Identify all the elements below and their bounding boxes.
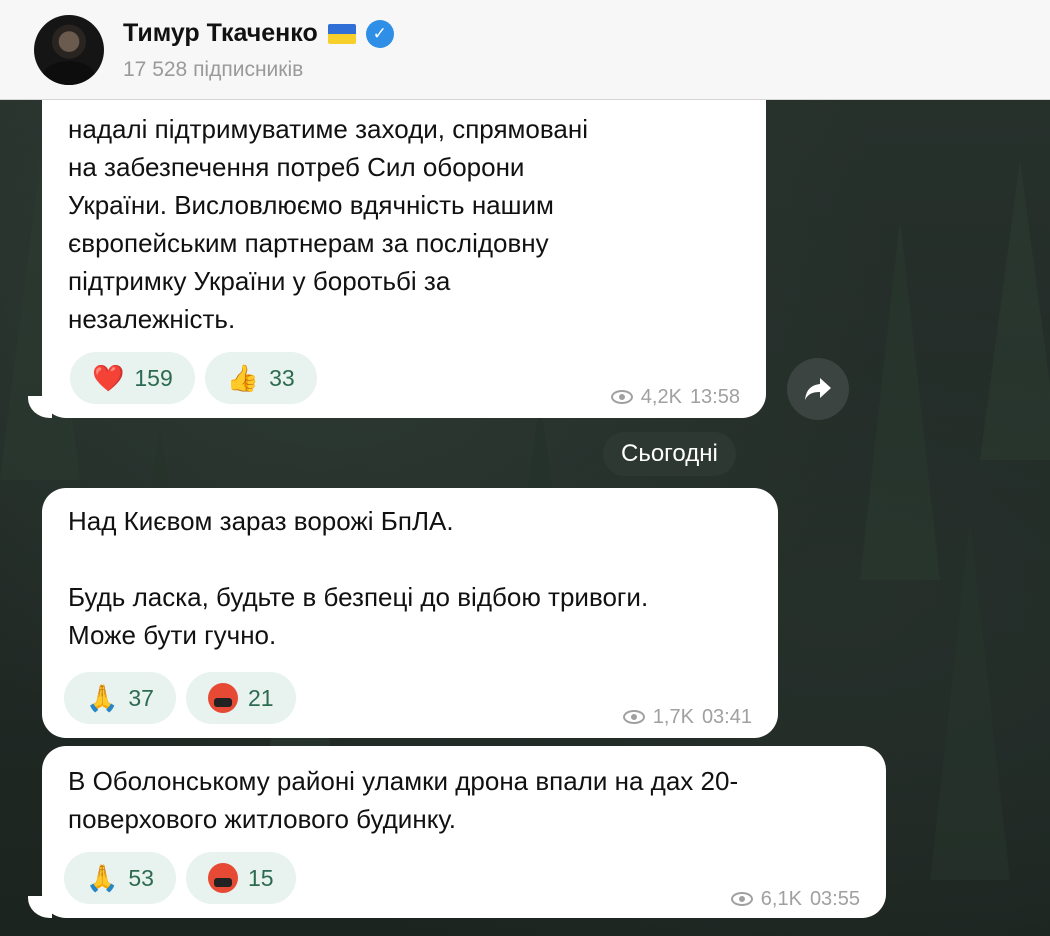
forward-arrow-icon xyxy=(805,378,831,400)
angry-face-icon xyxy=(207,863,238,893)
reaction-count: 159 xyxy=(134,365,173,391)
message-bubble[interactable]: надалі підтримуватиме заходи, спрямовані… xyxy=(42,72,766,418)
verified-badge-icon: ✓ xyxy=(365,19,394,48)
message-time: 03:55 xyxy=(809,888,860,910)
ukraine-flag-icon xyxy=(327,23,356,44)
eye-icon xyxy=(610,390,633,404)
channel-avatar[interactable] xyxy=(34,15,104,85)
reaction-count: 15 xyxy=(247,865,274,891)
angry-face-icon xyxy=(207,683,238,713)
heart-icon: ❤️ xyxy=(92,363,125,393)
channel-name-text: Тимур Ткаченко xyxy=(123,19,318,47)
reaction-count: 33 xyxy=(269,365,295,391)
message-time: 03:41 xyxy=(701,706,752,728)
thumbs-up-icon: 👍 xyxy=(226,363,260,393)
reaction-count: 21 xyxy=(247,685,274,711)
date-separator: Сьогодні xyxy=(603,432,736,476)
reaction-pray[interactable]: 🙏 53 xyxy=(64,852,176,904)
message-meta: 6,1K 03:55 xyxy=(730,880,860,918)
channel-title: Тимур Ткаченко ✓ xyxy=(123,19,394,48)
message-text: надалі підтримуватиме заходи, спрямовані… xyxy=(68,114,588,334)
message-bubble[interactable]: Над Києвом зараз ворожі БпЛА. Будь ласка… xyxy=(42,488,778,738)
view-count: 4,2K xyxy=(640,386,682,408)
message-time: 13:58 xyxy=(689,386,740,408)
message-meta: 4,2K 13:58 xyxy=(610,378,740,416)
message-text: Над Києвом зараз ворожі БпЛА. Будь ласка… xyxy=(68,506,649,650)
header-overlay: Тимур Ткаченко ✓ 17 528 підписників xyxy=(0,0,1050,100)
folded-hands-icon: 🙏 xyxy=(86,863,119,893)
eye-icon xyxy=(622,710,645,724)
reaction-pray[interactable]: 🙏 37 xyxy=(64,672,176,724)
folded-hands-icon: 🙏 xyxy=(86,683,119,713)
reaction-count: 53 xyxy=(128,865,154,891)
message-text: В Оболонському районі уламки дрона впали… xyxy=(68,766,739,834)
reaction-angry[interactable]: 15 xyxy=(185,852,296,904)
reaction-count: 37 xyxy=(128,685,154,711)
forward-button[interactable] xyxy=(787,358,849,420)
reaction-angry[interactable]: 21 xyxy=(185,672,296,724)
reaction-thumbs-up[interactable]: 👍 33 xyxy=(204,352,317,404)
view-count: 1,7K xyxy=(652,706,694,728)
subscriber-count: 17 528 підписників xyxy=(123,58,304,81)
eye-icon xyxy=(730,892,753,906)
view-count: 6,1K xyxy=(760,888,802,910)
message-bubble[interactable]: В Оболонському районі уламки дрона впали… xyxy=(42,746,886,918)
message-meta: 1,7K 03:41 xyxy=(622,698,752,736)
reaction-heart[interactable]: ❤️ 159 xyxy=(70,352,195,404)
